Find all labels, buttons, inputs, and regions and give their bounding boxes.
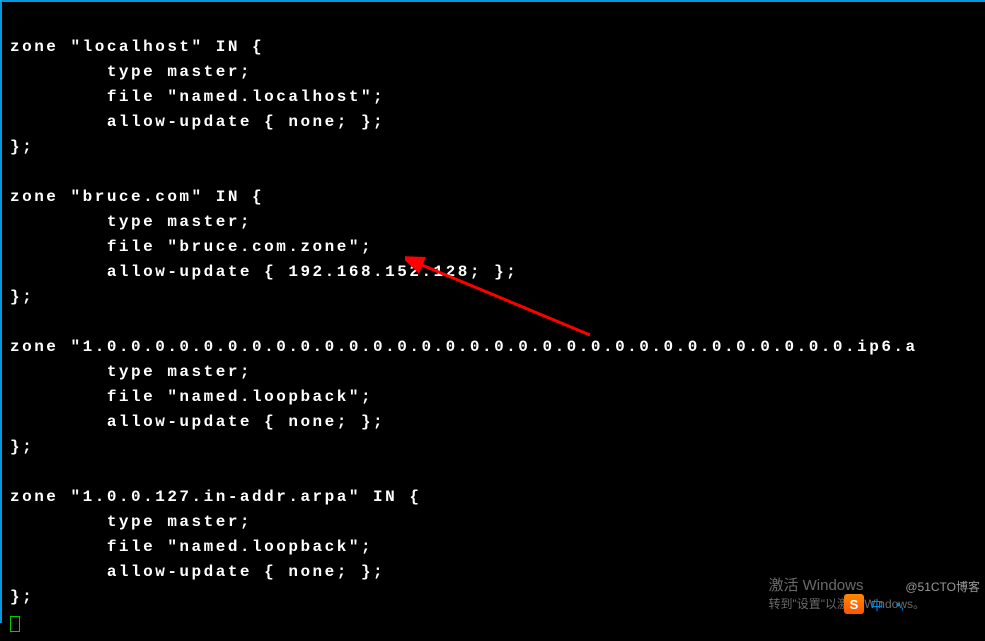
code-line: type master;: [10, 213, 252, 231]
code-line: type master;: [10, 63, 252, 81]
terminal-output[interactable]: zone "localhost" IN { type master; file …: [0, 0, 985, 623]
ime-mode-icon[interactable]: 中: [867, 594, 887, 614]
ime-toolbar[interactable]: S 中 •,: [844, 593, 910, 615]
code-line: file "named.loopback";: [10, 538, 373, 556]
terminal-cursor: [10, 616, 20, 632]
ime-punct-icon[interactable]: •,: [890, 594, 910, 614]
code-line: allow-update { none; };: [10, 113, 385, 131]
code-line: };: [10, 438, 34, 456]
code-line: allow-update { 192.168.152.128; };: [10, 263, 518, 281]
code-line: zone "1.0.0.0.0.0.0.0.0.0.0.0.0.0.0.0.0.…: [10, 338, 918, 356]
code-line: };: [10, 588, 34, 606]
code-line: allow-update { none; };: [10, 563, 385, 581]
code-line: file "named.localhost";: [10, 88, 385, 106]
code-line: file "named.loopback";: [10, 388, 373, 406]
code-line: };: [10, 288, 34, 306]
code-line: zone "bruce.com" IN {: [10, 188, 264, 206]
code-line: type master;: [10, 513, 252, 531]
code-line: zone "localhost" IN {: [10, 38, 264, 56]
code-line: zone "1.0.0.127.in-addr.arpa" IN {: [10, 488, 421, 506]
blog-watermark: @51CTO博客: [905, 578, 980, 595]
code-line: };: [10, 138, 34, 156]
code-line: allow-update { none; };: [10, 413, 385, 431]
ime-logo-icon[interactable]: S: [844, 594, 864, 614]
code-line: type master;: [10, 363, 252, 381]
code-line: file "bruce.com.zone";: [10, 238, 373, 256]
